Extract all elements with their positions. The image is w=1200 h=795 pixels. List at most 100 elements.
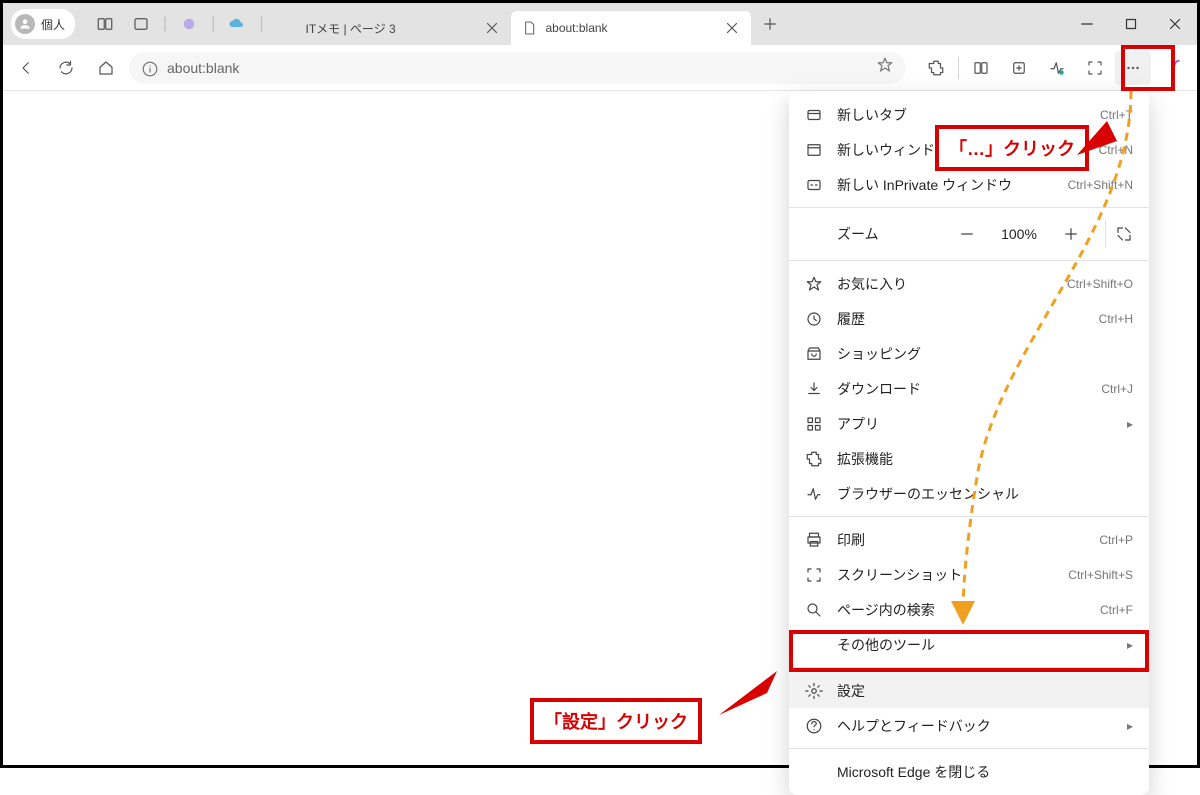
favorite-star-icon[interactable]	[876, 56, 894, 79]
help-icon	[805, 717, 823, 735]
more-menu: 新しいタブCtrl+T新しいウィンドウCtrl+N新しい InPrivate ウ…	[789, 91, 1149, 795]
split-screen-icon[interactable]	[963, 51, 999, 85]
menu-item-shortcut: Ctrl+Shift+S	[1068, 568, 1133, 582]
address-bar[interactable]: about:blank	[129, 52, 906, 84]
tab-label: ITメモ | ページ 3	[305, 20, 475, 37]
inprivate-icon	[805, 176, 823, 194]
annotation-pointer-1	[1077, 121, 1117, 161]
annotation-label-more: 「…」クリック	[935, 125, 1089, 171]
menu-item-label: 拡張機能	[837, 449, 1133, 469]
menu-item-history[interactable]: 履歴 Ctrl+H	[789, 301, 1149, 336]
submenu-indicator-icon: ▸	[1127, 417, 1133, 431]
find-icon	[805, 601, 823, 619]
menu-item-essentials[interactable]: ブラウザーのエッセンシャル	[789, 476, 1149, 511]
menu-item-help[interactable]: ヘルプとフィードバック ▸	[789, 708, 1149, 743]
annotation-box-more	[1121, 45, 1175, 91]
close-icon[interactable]	[723, 19, 741, 37]
menu-item-ext[interactable]: 拡張機能	[789, 441, 1149, 476]
screenshot-icon[interactable]	[1077, 51, 1113, 85]
menu-item-label: ヘルプとフィードバック	[837, 716, 1113, 736]
menu-item-screenshot[interactable]: スクリーンショット Ctrl+Shift+S	[789, 557, 1149, 592]
tab-2-active[interactable]: about:blank	[511, 11, 751, 45]
performance-icon[interactable]	[1039, 51, 1075, 85]
new-tab-button[interactable]	[755, 9, 785, 39]
zoom-label: ズーム	[805, 224, 939, 244]
menu-separator	[789, 516, 1149, 517]
menu-item-shortcut: Ctrl+T	[1100, 108, 1133, 122]
menu-item-label: 新しいタブ	[837, 105, 1086, 125]
content-area: 新しいタブCtrl+T新しいウィンドウCtrl+N新しい InPrivate ウ…	[3, 91, 1197, 765]
fav-icon	[805, 275, 823, 293]
menu-item-shortcut: Ctrl+Shift+N	[1068, 178, 1133, 192]
zoom-value: 100%	[995, 226, 1043, 242]
menu-close-edge[interactable]: Microsoft Edge を閉じる	[789, 754, 1149, 789]
menu-separator	[789, 260, 1149, 261]
site-info-icon[interactable]	[141, 60, 157, 76]
menu-item-fav[interactable]: お気に入り Ctrl+Shift+O	[789, 266, 1149, 301]
copilot-tab-icon[interactable]	[175, 10, 203, 38]
workspaces-icon[interactable]	[91, 10, 119, 38]
menu-item-label: アプリ	[837, 414, 1113, 434]
page-icon	[281, 20, 297, 36]
tab-1[interactable]: ITメモ | ページ 3	[271, 11, 511, 45]
menu-item-shortcut: Ctrl+F	[1100, 603, 1133, 617]
annotation-label-settings: 「設定」クリック	[530, 698, 702, 744]
extensions-icon[interactable]	[918, 51, 954, 85]
menu-item-label: 設定	[837, 681, 1133, 701]
profile-chip[interactable]: 個人	[11, 9, 75, 39]
menu-item-inprivate[interactable]: 新しい InPrivate ウィンドウCtrl+Shift+N	[789, 167, 1149, 202]
maximize-button[interactable]	[1109, 3, 1153, 45]
back-button[interactable]	[9, 51, 43, 85]
essentials-icon	[805, 485, 823, 503]
submenu-indicator-icon: ▸	[1127, 719, 1133, 733]
menu-item-label: 履歴	[837, 309, 1085, 329]
menu-item-label: スクリーンショット	[837, 565, 1054, 585]
tab-label: about:blank	[545, 21, 715, 35]
annotation-box-settings	[789, 630, 1149, 672]
menu-separator	[789, 748, 1149, 749]
tab-icon	[805, 106, 823, 124]
menu-item-shortcut: Ctrl+H	[1099, 312, 1133, 326]
menu-item-shortcut: Ctrl+Shift+O	[1067, 277, 1133, 291]
menu-item-label: ページ内の検索	[837, 600, 1086, 620]
address-text: about:blank	[167, 60, 866, 76]
close-icon[interactable]	[483, 19, 501, 37]
annotation-pointer-2	[719, 671, 779, 721]
minimize-button[interactable]	[1065, 3, 1109, 45]
menu-item-shopping[interactable]: ショッピング	[789, 336, 1149, 371]
zoom-row: ズーム 100%	[789, 213, 1149, 255]
refresh-button[interactable]	[49, 51, 83, 85]
cloud-icon[interactable]	[223, 10, 251, 38]
menu-separator	[789, 207, 1149, 208]
close-window-button[interactable]	[1153, 3, 1197, 45]
collections-icon[interactable]	[1001, 51, 1037, 85]
tabs: ITメモ | ページ 3 about:blank	[271, 3, 1065, 45]
menu-item-shortcut: Ctrl+J	[1101, 382, 1133, 396]
page-icon	[521, 20, 537, 36]
home-button[interactable]	[89, 51, 123, 85]
toolbar-right	[912, 51, 1151, 85]
menu-item-label: お気に入り	[837, 274, 1053, 294]
zoom-in-button[interactable]	[1057, 220, 1085, 248]
menu-item-settings[interactable]: 設定	[789, 673, 1149, 708]
menu-item-find[interactable]: ページ内の検索 Ctrl+F	[789, 592, 1149, 627]
menu-item-shortcut: Ctrl+P	[1099, 533, 1133, 547]
separator	[958, 57, 959, 79]
ext-icon	[805, 450, 823, 468]
download-icon	[805, 380, 823, 398]
print-icon	[805, 531, 823, 549]
menu-item-label: ブラウザーのエッセンシャル	[837, 484, 1133, 504]
title-bar: 個人 | | | ITメモ | ページ 3 abou	[3, 3, 1197, 45]
window-icon	[805, 141, 823, 159]
shopping-icon	[805, 345, 823, 363]
menu-item-label: ダウンロード	[837, 379, 1087, 399]
tab-overview-icon[interactable]	[127, 10, 155, 38]
zoom-out-button[interactable]	[953, 220, 981, 248]
menu-item-print[interactable]: 印刷Ctrl+P	[789, 522, 1149, 557]
menu-item-download[interactable]: ダウンロード Ctrl+J	[789, 371, 1149, 406]
fullscreen-button[interactable]	[1105, 220, 1133, 248]
avatar-icon	[15, 14, 35, 34]
settings-icon	[805, 682, 823, 700]
history-icon	[805, 310, 823, 328]
menu-item-apps[interactable]: アプリ ▸	[789, 406, 1149, 441]
